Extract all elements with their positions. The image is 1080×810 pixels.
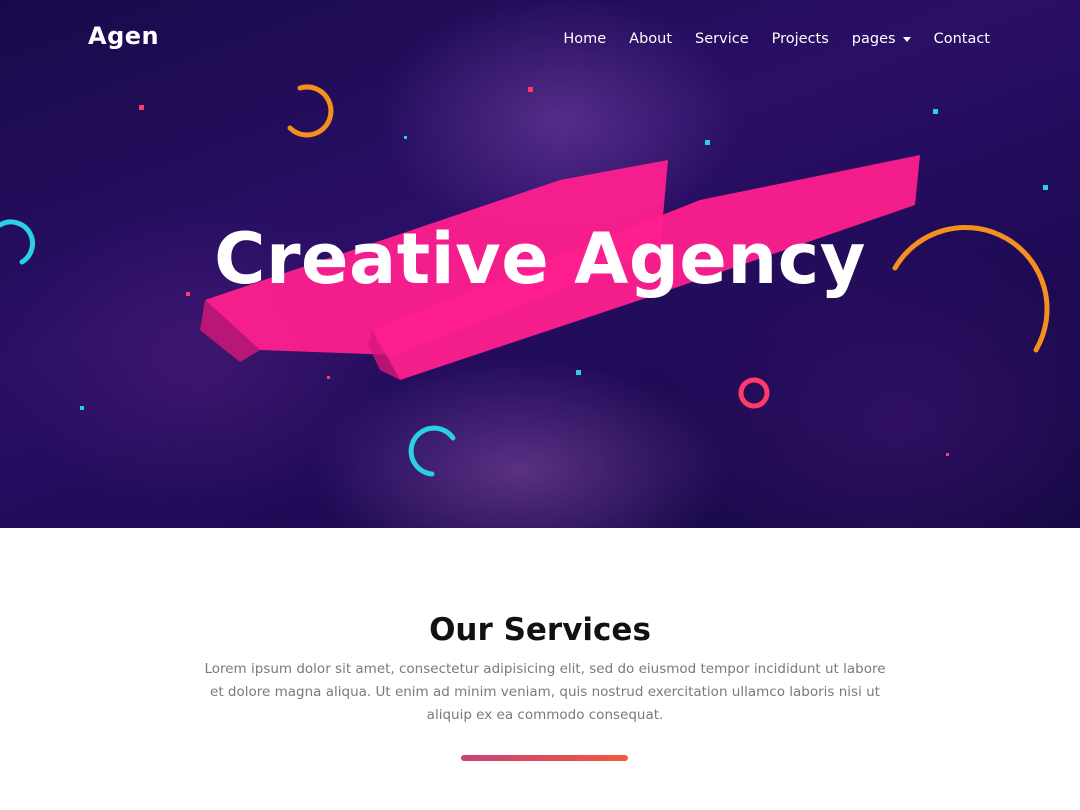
nav-contact[interactable]: Contact <box>934 31 990 47</box>
caret-down-icon <box>902 37 911 42</box>
nav-pages-label: pages <box>851 31 896 47</box>
nav-home[interactable]: Home <box>563 31 606 47</box>
brand-logo[interactable]: Agen <box>88 22 159 50</box>
nav-contact-label: Contact <box>933 31 990 47</box>
hero-title: Creative Agency <box>214 218 866 300</box>
nav-about[interactable]: About <box>629 31 672 47</box>
nav-service-label: Service <box>695 31 749 47</box>
nav-home-label: Home <box>563 31 607 47</box>
main-nav: Home About Service Projects pages Contac… <box>563 31 990 47</box>
services-description: Lorem ipsum dolor sit amet, consectetur … <box>204 661 886 723</box>
hero-banner: Agen Home About Service Projects pages C… <box>0 0 1080 528</box>
cyan-ring-bottom <box>408 425 456 477</box>
nav-projects-label: Projects <box>771 31 829 47</box>
pink-ring <box>738 377 770 409</box>
services-title: Our Services <box>429 612 651 648</box>
services-section: Our Services Lorem ipsum dolor sit amet,… <box>0 528 1080 810</box>
services-accent-bar <box>461 755 628 761</box>
orange-ring-small <box>287 84 334 138</box>
nav-about-label: About <box>629 31 673 47</box>
nav-projects[interactable]: Projects <box>772 31 829 47</box>
nav-service[interactable]: Service <box>695 31 749 47</box>
nav-pages-dropdown[interactable]: pages <box>852 31 911 47</box>
